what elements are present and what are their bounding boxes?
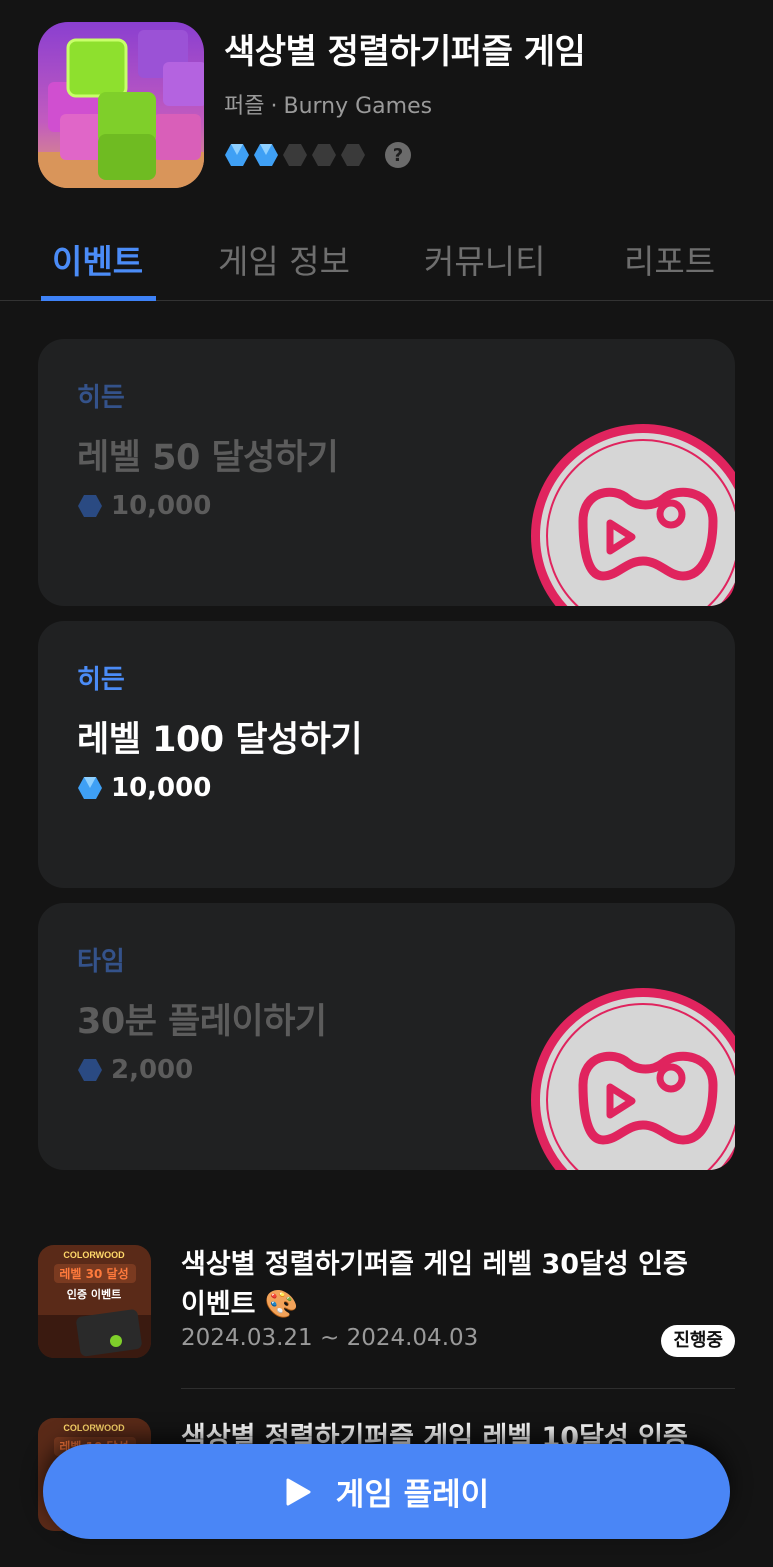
gem-empty-icon	[341, 144, 365, 166]
mission-title: 레벨 50 달성하기	[77, 438, 339, 478]
thumb-sub-text: 인증 이벤트	[67, 1287, 121, 1301]
thumb-headline-text: 레벨 30 달성	[59, 1266, 128, 1281]
gem-filled-icon	[225, 144, 249, 166]
tab-community[interactable]: 커뮤니티	[424, 235, 545, 283]
mission-reward: 2,000	[77, 1055, 193, 1085]
gem-icon	[78, 777, 102, 799]
tab-game-info[interactable]: 게임 정보	[218, 235, 350, 283]
app-icon	[38, 22, 204, 188]
mission-title: 레벨 100 달성하기	[77, 720, 363, 760]
mission-reward: 10,000	[77, 491, 211, 521]
tab-bar: 이벤트 게임 정보 커뮤니티 리포트	[0, 225, 773, 301]
app-developer: Burny Games	[283, 94, 433, 119]
event-thumbnail: COLORWOOD 레벨 30 달성 인증 이벤트	[38, 1245, 151, 1358]
completed-stamp-icon	[531, 988, 735, 1170]
gem-icon	[78, 1059, 102, 1081]
game-play-button[interactable]: 게임 플레이	[43, 1444, 730, 1539]
mission-card[interactable]: 히든 레벨 100 달성하기 10,000	[38, 621, 735, 888]
thumb-brand-text: COLORWOOD	[63, 1250, 125, 1260]
list-divider	[181, 1388, 735, 1389]
app-meta: 퍼즐 · Burny Games	[224, 88, 432, 120]
completed-stamp-icon	[531, 424, 735, 606]
app-category: 퍼즐	[224, 94, 265, 119]
tab-events[interactable]: 이벤트	[52, 235, 143, 283]
help-icon[interactable]: ?	[385, 142, 411, 168]
event-date: 2024.03.21 ~ 2024.04.03	[181, 1325, 479, 1351]
tab-active-indicator	[41, 296, 156, 301]
mission-tag: 타임	[77, 947, 125, 977]
mission-card[interactable]: 타임 30분 플레이하기 2,000	[38, 903, 735, 1170]
gem-icon	[78, 495, 102, 517]
mission-card[interactable]: 히든 레벨 50 달성하기 10,000	[38, 339, 735, 606]
meta-separator: ·	[270, 94, 278, 119]
tab-report[interactable]: 리포트	[624, 235, 715, 283]
play-icon	[286, 1478, 311, 1505]
app-header: 색상별 정렬하기퍼즐 게임 퍼즐 · Burny Games ?	[38, 22, 738, 192]
game-play-label: 게임 플레이	[335, 1477, 490, 1513]
reward-amount: 2,000	[111, 1055, 194, 1085]
reward-amount: 10,000	[111, 491, 212, 521]
mission-reward: 10,000	[77, 773, 211, 803]
event-status-badge: 진행중	[661, 1325, 735, 1357]
mission-tag: 히든	[77, 383, 125, 413]
app-title: 색상별 정렬하기퍼즐 게임	[224, 32, 586, 72]
difficulty-rating: ?	[224, 142, 411, 168]
gem-filled-icon	[254, 144, 278, 166]
reward-amount: 10,000	[111, 773, 212, 803]
mission-tag: 히든	[77, 665, 125, 695]
thumb-brand-text: COLORWOOD	[63, 1423, 125, 1433]
event-list-item[interactable]: COLORWOOD 레벨 30 달성 인증 이벤트 색상별 정렬하기퍼즐 게임 …	[38, 1245, 735, 1360]
difficulty-gems	[224, 143, 369, 167]
mission-title: 30분 플레이하기	[77, 1002, 327, 1042]
gem-empty-icon	[312, 144, 336, 166]
gem-empty-icon	[283, 144, 307, 166]
event-title: 색상별 정렬하기퍼즐 게임 레벨 30달성 인증 이벤트 🎨	[181, 1249, 688, 1320]
